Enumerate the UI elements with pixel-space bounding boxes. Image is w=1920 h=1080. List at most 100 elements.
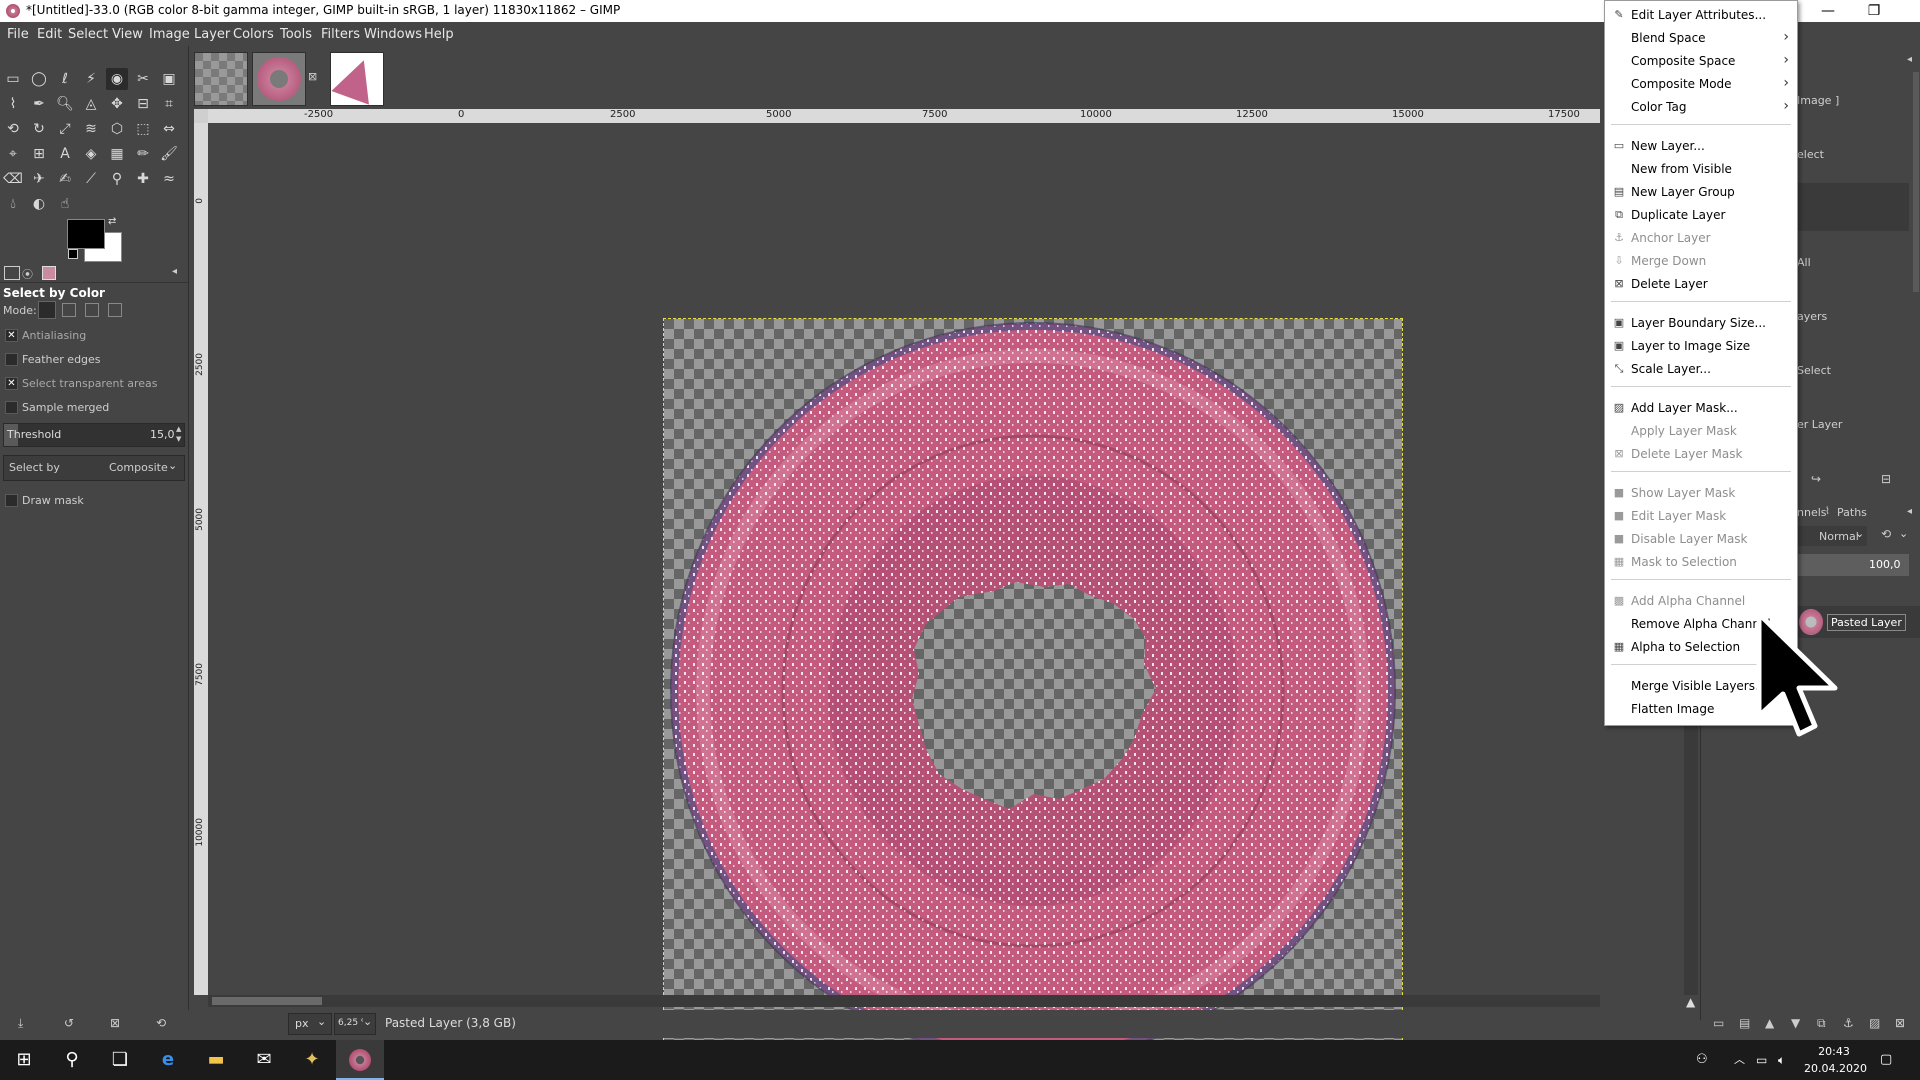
align-icon[interactable]: ⊟ — [132, 93, 154, 115]
file-explorer-icon[interactable]: ▬ — [192, 1040, 240, 1080]
menu-item-duplicate-layer[interactable]: ⧉ Duplicate Layer — [1605, 204, 1797, 227]
menu-item-mask-to-selection[interactable]: ▦ Mask to Selection — [1605, 551, 1797, 574]
paths-icon[interactable]: ⌇ — [2, 93, 24, 115]
reset-options-icon[interactable]: ⟲ — [156, 1016, 166, 1030]
rotate-icon[interactable]: ↻ — [28, 118, 50, 140]
spin-down-icon[interactable]: ▼ — [176, 435, 181, 443]
search-icon[interactable]: ⚲ — [48, 1040, 96, 1080]
mode-intersect-button[interactable] — [108, 303, 122, 317]
close-tab-icon[interactable]: ⊠ — [308, 70, 317, 83]
unit-dropdown[interactable]: px ⌄ — [288, 1013, 332, 1035]
scale-icon[interactable]: ⤢ — [54, 118, 76, 140]
menu-item-layer-boundary-size[interactable]: ▣ Layer Boundary Size... — [1605, 312, 1797, 335]
menu-item-disable-layer-mask[interactable]: ■ Disable Layer Mask — [1605, 528, 1797, 551]
image-tab-3[interactable] — [330, 52, 384, 106]
raise-layer-icon[interactable]: ▲ — [1765, 1016, 1774, 1030]
scrollbar-thumb[interactable] — [212, 997, 322, 1005]
volume-icon[interactable]: 🔈︎ — [1778, 1040, 1796, 1080]
maximize-button[interactable]: ❐ — [1851, 0, 1897, 22]
layer-mode-dropdown[interactable]: Normal ⌄ — [1797, 526, 1867, 546]
menu-edit[interactable]: Edit — [37, 27, 62, 42]
antialiasing-checkbox[interactable]: ✕ — [5, 329, 18, 342]
panel-menu-icon[interactable]: ◂ — [1907, 54, 1912, 65]
history-item[interactable]: er Layer — [1797, 418, 1842, 431]
perspective-icon[interactable]: ⬚ — [132, 118, 154, 140]
blur-icon[interactable]: 💧︎ — [2, 193, 24, 215]
menu-item-new-layer-group[interactable]: ▤ New Layer Group — [1605, 181, 1797, 204]
network-icon[interactable]: ▭ — [1756, 1040, 1774, 1080]
undo-image-entry[interactable]: Image ] — [1797, 94, 1839, 107]
image-tab-1[interactable] — [194, 52, 248, 106]
lower-layer-icon[interactable]: ▼ — [1791, 1016, 1800, 1030]
menu-view[interactable]: View — [112, 27, 143, 42]
menu-item-edit-layer-attributes[interactable]: ✎ Edit Layer Attributes... — [1605, 4, 1797, 27]
app-icon[interactable]: ✦ — [288, 1040, 336, 1080]
scissors-icon[interactable]: ✂ — [132, 68, 154, 90]
navigate-icon[interactable]: ▲ — [1686, 995, 1695, 1009]
menu-item-new-from-visible[interactable]: New from Visible — [1605, 158, 1797, 181]
duplicate-layer-icon[interactable]: ⧉ — [1817, 1016, 1826, 1031]
select-transparent-checkbox[interactable]: ✕ — [5, 377, 18, 390]
image-tab-2[interactable] — [252, 52, 306, 106]
edge-browser-icon[interactable]: e — [144, 1040, 192, 1080]
menu-item-new-layer[interactable]: ▭ New Layer... — [1605, 135, 1797, 158]
threshold-slider[interactable]: Threshold 15,0 ▲ ▼ — [3, 423, 185, 447]
menu-item-delete-layer[interactable]: ⊠ Delete Layer — [1605, 273, 1797, 296]
panel-menu-icon[interactable]: ◂ — [1907, 506, 1912, 517]
default-colors-icon[interactable] — [68, 249, 78, 259]
spin-up-icon[interactable]: ▲ — [176, 425, 181, 433]
new-layer-group-icon[interactable]: ▤ — [1739, 1016, 1750, 1030]
flip-icon[interactable]: ⇔ — [158, 118, 180, 140]
heal-icon[interactable]: ✚ — [132, 168, 154, 190]
color-picker-icon[interactable]: ✒ — [28, 93, 50, 115]
delete-layer-icon[interactable]: ⊠ — [1895, 1016, 1905, 1030]
mypaint-brush-icon[interactable]: ⟋ — [80, 168, 102, 190]
fuzzy-select-icon[interactable]: ⚡ — [80, 68, 102, 90]
menu-item-layer-to-image-size[interactable]: ▣ Layer to Image Size — [1605, 335, 1797, 358]
minimize-button[interactable]: — — [1805, 0, 1851, 22]
zoom-icon[interactable]: 🔍︎ — [54, 93, 76, 115]
foreground-select-icon[interactable]: ▣ — [158, 68, 180, 90]
paintbrush-icon[interactable]: 🖌︎ — [158, 143, 180, 165]
text-icon[interactable]: A — [54, 143, 76, 165]
device-status-tab-icon[interactable]: ⦿ — [22, 266, 33, 282]
move-icon[interactable]: ✥ — [106, 93, 128, 115]
save-options-icon[interactable]: ⤓ — [18, 1016, 23, 1031]
warp-icon[interactable]: ≋ — [80, 118, 102, 140]
menu-item-composite-mode[interactable]: Composite Mode › — [1605, 73, 1797, 96]
menu-tools[interactable]: Tools — [280, 27, 312, 42]
unified-transform-icon[interactable]: ⟲ — [2, 118, 24, 140]
layer-mask-icon[interactable]: ▨ — [1869, 1016, 1880, 1030]
menu-file[interactable]: File — [7, 27, 29, 42]
select-by-dropdown[interactable]: Composite — [109, 461, 168, 474]
airbrush-icon[interactable]: ✈ — [28, 168, 50, 190]
menu-layer[interactable]: Layer — [194, 27, 230, 42]
gegl-icon[interactable]: ⊞ — [28, 143, 50, 165]
chevron-down-icon[interactable]: ⌄ — [1899, 527, 1908, 540]
ruler-corner[interactable] — [194, 109, 208, 123]
mode-subtract-button[interactable] — [85, 303, 99, 317]
task-view-icon[interactable]: ❏ — [96, 1040, 144, 1080]
delete-options-icon[interactable]: ⊠ — [110, 1016, 120, 1030]
menu-item-composite-space[interactable]: Composite Space › — [1605, 50, 1797, 73]
lasso-icon[interactable]: ℓ — [54, 68, 76, 90]
gradient-icon[interactable]: ▦ — [106, 143, 128, 165]
menu-item-edit-layer-mask[interactable]: ■ Edit Layer Mask — [1605, 505, 1797, 528]
anchor-layer-icon[interactable]: ⚓ — [1843, 1016, 1854, 1030]
clear-history-icon[interactable]: ⊟ — [1881, 472, 1891, 486]
paths-tab[interactable]: Paths — [1837, 506, 1867, 519]
ellipse-select-icon[interactable]: ◯ — [28, 68, 50, 90]
mode-replace-button[interactable] — [38, 301, 56, 319]
redo-icon[interactable]: ↪ — [1811, 472, 1821, 486]
mail-icon[interactable]: ✉ — [240, 1040, 288, 1080]
history-item[interactable]: Select — [1797, 364, 1831, 377]
channels-tab[interactable]: nnels — [1797, 506, 1827, 519]
windows-start-icon[interactable]: ⊞ — [0, 1040, 48, 1080]
dodge-icon[interactable]: ◐ — [28, 193, 50, 215]
eraser-icon[interactable]: ⌫ — [2, 168, 24, 190]
zoom-dropdown[interactable]: 6,25 % ⌄ — [334, 1013, 376, 1035]
crop-icon[interactable]: ⌗ — [158, 93, 180, 115]
canvas-area[interactable] — [208, 123, 1600, 1060]
smudge-text-icon[interactable]: ≈ — [158, 168, 180, 190]
restore-options-icon[interactable]: ↺ — [64, 1016, 74, 1030]
